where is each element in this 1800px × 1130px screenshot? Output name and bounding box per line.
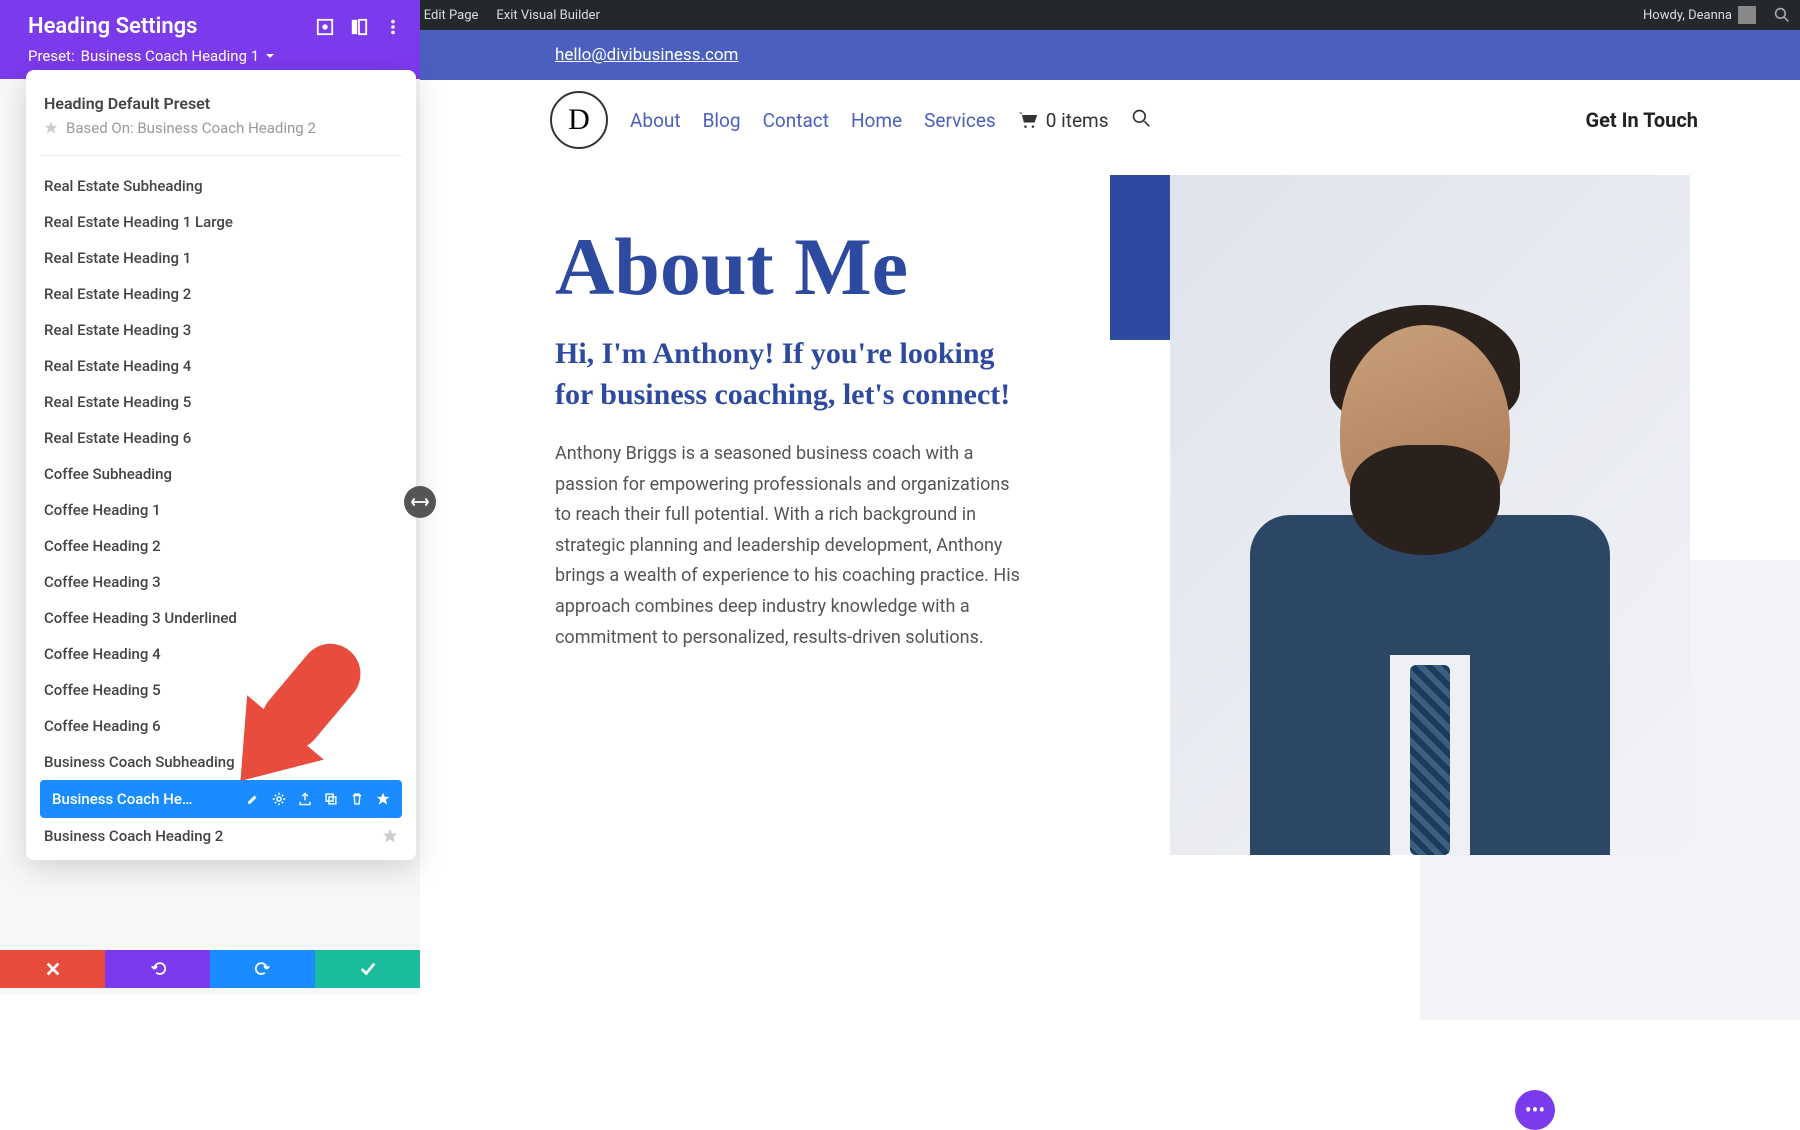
save-button[interactable] xyxy=(315,950,420,988)
preset-item[interactable]: Coffee Heading 3 xyxy=(26,564,416,600)
exit-visual-builder[interactable]: Exit Visual Builder xyxy=(496,8,599,23)
edit-icon[interactable] xyxy=(246,792,260,806)
preset-item-active[interactable]: Business Coach He… xyxy=(40,780,402,818)
settings-sidebar: Heading Settings Preset: Business Coach … xyxy=(0,0,420,995)
preset-item-cutoff[interactable]: Business Coach Heading 3 xyxy=(26,854,416,860)
preset-item[interactable]: Coffee Heading 5 xyxy=(26,672,416,708)
page-content: About Me Hi, I'm Anthony! If you're look… xyxy=(420,160,1800,653)
contact-email-link[interactable]: hello@divibusiness.com xyxy=(555,45,738,65)
panel-layout-icon[interactable] xyxy=(350,18,368,36)
preset-item[interactable]: Coffee Subheading xyxy=(26,456,416,492)
preset-item[interactable]: Real Estate Heading 3 xyxy=(26,312,416,348)
cta-get-in-touch[interactable]: Get In Touch xyxy=(1564,98,1721,142)
preset-item[interactable]: Real Estate Subheading xyxy=(26,168,416,204)
export-icon[interactable] xyxy=(298,792,312,806)
chevron-down-icon xyxy=(265,51,275,61)
preset-item[interactable]: Business Coach Subheading xyxy=(26,744,416,780)
nav-links: About Blog Contact Home Services xyxy=(630,109,996,132)
admin-search-icon[interactable] xyxy=(1774,7,1790,23)
preset-item[interactable]: Coffee Heading 2 xyxy=(26,528,416,564)
page-subheading: Hi, I'm Anthony! If you're looking for b… xyxy=(555,334,1020,415)
undo-button[interactable] xyxy=(105,950,210,988)
star-icon xyxy=(44,121,58,135)
avatar xyxy=(1738,6,1756,24)
nav-link-about[interactable]: About xyxy=(630,109,681,132)
cancel-button[interactable] xyxy=(0,950,105,988)
preset-item[interactable]: Real Estate Heading 4 xyxy=(26,348,416,384)
star-icon[interactable] xyxy=(382,828,398,844)
panel-header: Heading Settings Preset: Business Coach … xyxy=(0,0,420,79)
nav-link-contact[interactable]: Contact xyxy=(763,109,829,132)
preset-item[interactable]: Coffee Heading 6 xyxy=(26,708,416,744)
preset-item[interactable]: Real Estate Heading 1 xyxy=(26,240,416,276)
more-icon[interactable] xyxy=(384,18,402,36)
preset-selector[interactable]: Preset: Business Coach Heading 1 xyxy=(28,47,402,65)
preset-item[interactable]: Coffee Heading 1 xyxy=(26,492,416,528)
hero-image xyxy=(1170,175,1690,855)
trash-icon[interactable] xyxy=(350,792,364,806)
preset-item[interactable]: Real Estate Heading 5 xyxy=(26,384,416,420)
gear-icon[interactable] xyxy=(272,792,286,806)
builder-fab[interactable]: ••• xyxy=(1515,1090,1555,1130)
preset-item[interactable]: Coffee Heading 3 Underlined xyxy=(26,600,416,636)
preset-item[interactable]: Business Coach Heading 2 xyxy=(26,818,416,854)
nav-search-icon[interactable] xyxy=(1131,108,1151,132)
panel-title: Heading Settings xyxy=(28,14,197,39)
preset-item[interactable]: Real Estate Heading 6 xyxy=(26,420,416,456)
logo[interactable]: D xyxy=(550,91,608,149)
main-nav: D About Blog Contact Home Services 0 ite… xyxy=(420,80,1800,160)
panel-footer xyxy=(0,950,420,988)
preset-item[interactable]: Real Estate Heading 2 xyxy=(26,276,416,312)
cart[interactable]: 0 items xyxy=(1018,109,1109,132)
preset-item[interactable]: Coffee Heading 4 xyxy=(26,636,416,672)
duplicate-icon[interactable] xyxy=(324,792,338,806)
nav-link-blog[interactable]: Blog xyxy=(703,109,741,132)
redo-button[interactable] xyxy=(210,950,315,988)
nav-link-services[interactable]: Services xyxy=(924,109,996,132)
preset-dropdown: Heading Default Preset Based On: Busines… xyxy=(26,70,416,860)
nav-link-home[interactable]: Home xyxy=(851,109,902,132)
page-heading: About Me xyxy=(555,220,1020,314)
cart-icon xyxy=(1018,111,1038,129)
howdy-user[interactable]: Howdy, Deanna xyxy=(1643,6,1756,24)
focus-icon[interactable] xyxy=(316,18,334,36)
resize-handle[interactable] xyxy=(404,486,436,518)
star-icon[interactable] xyxy=(376,792,390,806)
preset-item[interactable]: Real Estate Heading 1 Large xyxy=(26,204,416,240)
default-preset-item[interactable]: Heading Default Preset xyxy=(44,94,398,113)
page-body: Anthony Briggs is a seasoned business co… xyxy=(555,439,1020,653)
based-on-label: Based On: Business Coach Heading 2 xyxy=(44,119,398,137)
